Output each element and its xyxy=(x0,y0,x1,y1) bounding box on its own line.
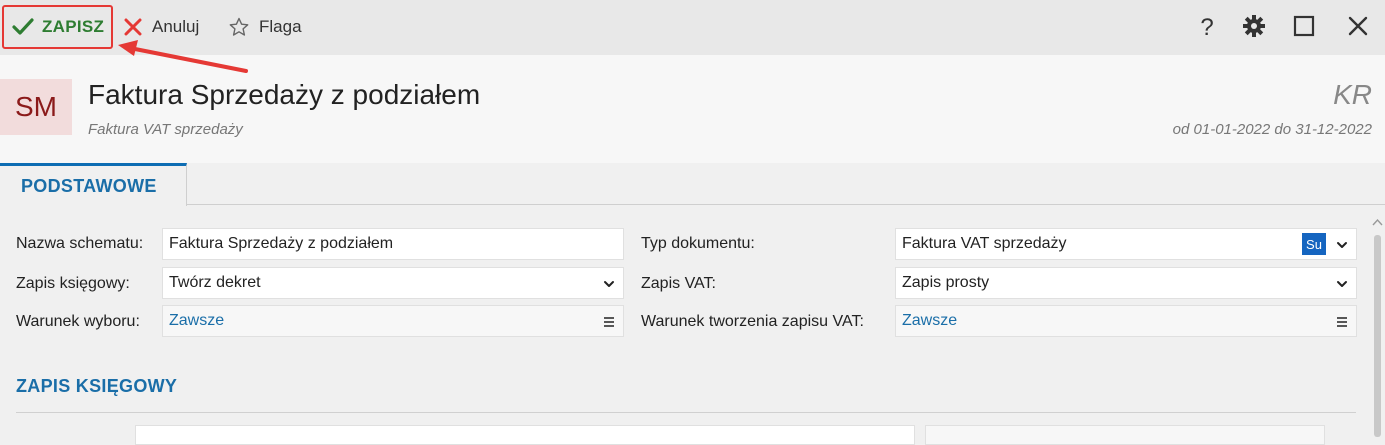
schema-name-label: Nazwa schematu: xyxy=(16,235,144,252)
maximize-icon xyxy=(1293,15,1315,42)
section-title: ZAPIS KSIĘGOWY xyxy=(16,376,178,396)
schema-name-field[interactable]: Faktura Sprzedaży z podziałem xyxy=(162,228,624,260)
condition-label: Warunek wyboru: xyxy=(16,313,140,330)
window-close-button[interactable] xyxy=(1344,14,1372,42)
vat-condition-value[interactable]: Zawsze xyxy=(902,312,957,330)
next-row-field-right[interactable] xyxy=(925,425,1325,445)
vat-entry-label: Zapis VAT: xyxy=(641,275,716,292)
vat-condition-field[interactable]: Zawsze xyxy=(895,305,1357,337)
period-range: od 01-01-2022 do 31-12-2022 xyxy=(1172,121,1372,138)
scrollbar-thumb[interactable] xyxy=(1374,235,1381,437)
entry-label: Zapis księgowy: xyxy=(16,275,130,292)
chevron-down-icon xyxy=(603,277,615,295)
check-icon xyxy=(12,18,34,36)
vat-entry-select[interactable]: Zapis prosty xyxy=(895,267,1357,299)
doc-type-field[interactable]: Faktura VAT sprzedaży Su xyxy=(895,228,1357,260)
vat-entry-value: Zapis prosty xyxy=(902,274,990,291)
tab-bar: PODSTAWOWE xyxy=(0,163,1385,206)
doc-type-label: Typ dokumentu: xyxy=(641,235,755,252)
scroll-up-icon[interactable] xyxy=(1372,213,1383,231)
entry-select[interactable]: Twórz dekret xyxy=(162,267,624,299)
settings-button[interactable] xyxy=(1240,14,1268,42)
next-row-field[interactable] xyxy=(135,425,915,445)
chevron-down-icon xyxy=(1336,277,1348,295)
help-icon: ? xyxy=(1200,14,1214,41)
maximize-button[interactable] xyxy=(1290,14,1318,42)
close-icon xyxy=(124,18,142,36)
avatar: SM xyxy=(0,79,72,135)
menu-icon[interactable] xyxy=(1336,315,1348,333)
condition-value[interactable]: Zawsze xyxy=(169,312,224,330)
save-button-label: ZAPISZ xyxy=(42,17,105,36)
gear-icon xyxy=(1242,14,1266,43)
form-area: Nazwa schematu: Faktura Sprzedaży z podz… xyxy=(0,205,1370,445)
section-divider xyxy=(16,412,1356,413)
chevron-down-icon[interactable] xyxy=(1336,238,1348,256)
condition-field[interactable]: Zawsze xyxy=(162,305,624,337)
tab-podstawowe[interactable]: PODSTAWOWE xyxy=(0,163,187,206)
page-subtitle: Faktura VAT sprzedaży xyxy=(88,121,243,138)
cancel-button-label: Anuluj xyxy=(152,17,200,36)
page-title: Faktura Sprzedaży z podziałem xyxy=(88,79,481,110)
help-button[interactable]: ? xyxy=(1193,14,1221,42)
company-code: KR xyxy=(1333,79,1372,110)
schema-name-value: Faktura Sprzedaży z podziałem xyxy=(169,235,394,252)
doc-type-value: Faktura VAT sprzedaży xyxy=(902,235,1067,252)
save-button[interactable]: ZAPISZ xyxy=(2,5,113,49)
vat-condition-label: Warunek tworzenia zapisu VAT: xyxy=(641,313,864,330)
menu-icon[interactable] xyxy=(603,315,615,333)
doc-type-badge[interactable]: Su xyxy=(1302,233,1326,255)
arrow-annotation xyxy=(118,40,248,73)
flag-button-label: Flaga xyxy=(259,17,302,36)
window-close-icon xyxy=(1347,15,1369,42)
star-icon xyxy=(229,17,249,37)
vertical-scrollbar[interactable] xyxy=(1370,205,1385,437)
entry-value: Twórz dekret xyxy=(169,274,261,291)
